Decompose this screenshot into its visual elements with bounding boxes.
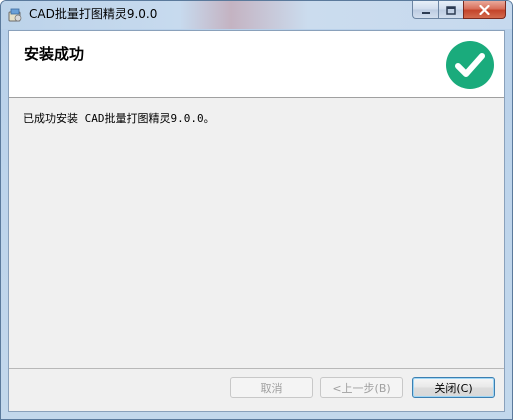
maximize-icon bbox=[446, 1, 456, 19]
cancel-button[interactable]: 取消 bbox=[230, 377, 313, 398]
close-window-button[interactable] bbox=[463, 1, 506, 19]
checkmark-circle-icon bbox=[445, 40, 495, 90]
back-button[interactable]: <上一步(B) bbox=[320, 377, 403, 398]
close-button[interactable]: 关闭(C) bbox=[412, 377, 495, 398]
window-title: CAD批量打图精灵9.0.0 bbox=[29, 7, 158, 21]
minimize-button[interactable] bbox=[412, 1, 438, 19]
page-title: 安装成功 bbox=[24, 45, 85, 63]
maximize-button[interactable] bbox=[438, 1, 463, 19]
footer-divider bbox=[9, 368, 504, 369]
success-message: 已成功安装 CAD批量打图精灵9.0.0。 bbox=[23, 112, 215, 125]
title-bar[interactable]: CAD批量打图精灵9.0.0 bbox=[1, 1, 512, 29]
caption-buttons bbox=[412, 1, 506, 20]
close-icon bbox=[479, 1, 490, 19]
dialog-header: 安装成功 bbox=[9, 31, 504, 98]
minimize-icon bbox=[421, 1, 431, 19]
installer-window: CAD批量打图精灵9.0.0 安装成功 已成功安装 CAD批量打图精灵9.0.0… bbox=[0, 0, 513, 420]
dialog-client-area: 安装成功 已成功安装 CAD批量打图精灵9.0.0。 取消 <上一步(B) 关闭… bbox=[8, 30, 505, 412]
setup-package-icon bbox=[7, 7, 23, 23]
